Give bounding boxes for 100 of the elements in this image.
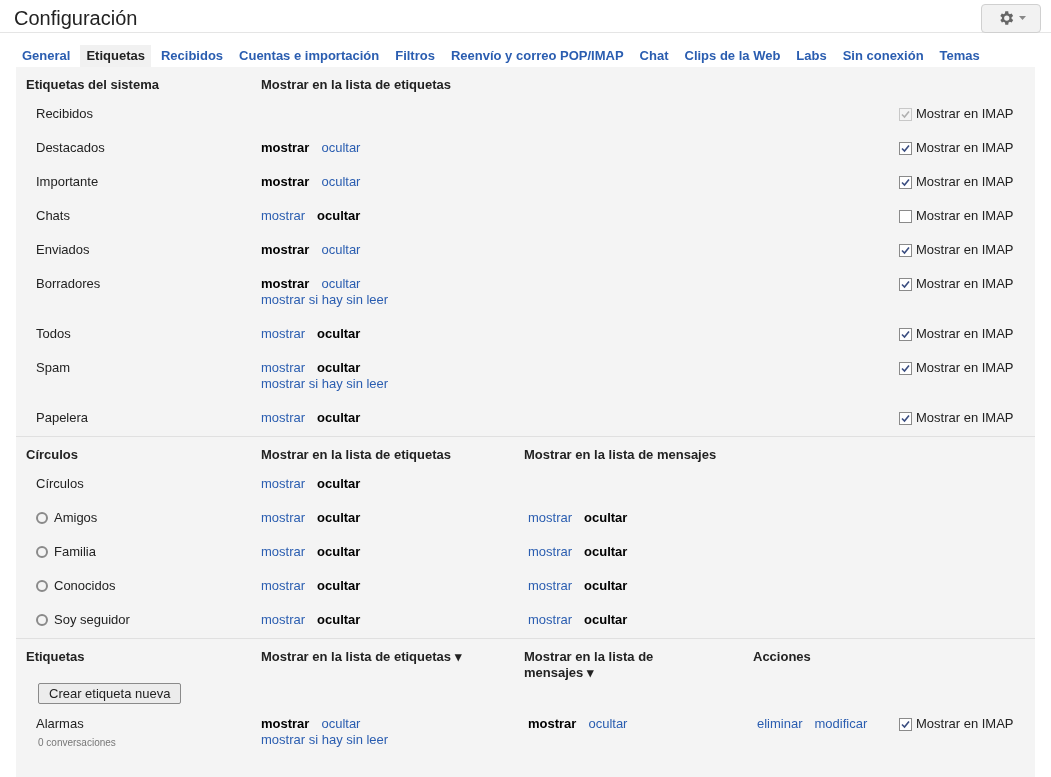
label-name: Recibidos: [35, 106, 95, 122]
checkmark-icon: [901, 279, 910, 289]
show-link[interactable]: mostrar: [261, 510, 306, 526]
hide-link[interactable]: ocultar: [317, 208, 361, 224]
settings-tab[interactable]: Reenvío y correo POP/IMAP: [444, 45, 630, 67]
imap-label: Mostrar en IMAP: [916, 360, 1014, 376]
show-link[interactable]: mostrar: [261, 208, 306, 224]
imap-label: Mostrar en IMAP: [916, 716, 1014, 732]
hide-link[interactable]: ocultar: [317, 510, 361, 526]
imap-label: Mostrar en IMAP: [916, 242, 1014, 258]
hide-link[interactable]: ocultar: [321, 174, 361, 190]
imap-label: Mostrar en IMAP: [916, 410, 1014, 426]
hide-link[interactable]: ocultar: [317, 326, 361, 342]
settings-tab[interactable]: Cuentas e importación: [233, 45, 386, 67]
checkbox[interactable]: [899, 361, 912, 375]
settings-tab[interactable]: Sin conexión: [836, 45, 930, 67]
checkbox[interactable]: [899, 277, 912, 291]
show-link[interactable]: mostrar: [261, 544, 306, 560]
settings-tab[interactable]: Recibidos: [154, 45, 230, 67]
show-link[interactable]: mostrar: [261, 410, 306, 426]
section-heading: Etiquetas del sistema: [26, 77, 160, 93]
hide-link[interactable]: ocultar: [584, 544, 628, 560]
show-link[interactable]: mostrar: [528, 612, 573, 628]
column-heading: Mostrar en la lista de etiquetas: [261, 447, 452, 463]
show-link[interactable]: mostrar: [528, 510, 573, 526]
hide-link[interactable]: ocultar: [321, 242, 361, 258]
section-heading: Etiquetas: [26, 649, 86, 665]
circle-name: Conocidos: [54, 578, 116, 594]
action-link[interactable]: modificar: [814, 716, 868, 732]
hide-link[interactable]: ocultar: [317, 544, 361, 560]
column-heading: Mostrar en la lista de etiquetas: [261, 77, 452, 93]
hide-link[interactable]: ocultar: [317, 476, 361, 492]
hide-link[interactable]: ocultar: [321, 716, 361, 732]
settings-tab[interactable]: Filtros: [389, 45, 441, 67]
checkmark-icon: [901, 177, 910, 187]
hide-link[interactable]: ocultar: [584, 510, 628, 526]
conversation-count: 0 conversaciones: [37, 736, 117, 750]
create-label-button[interactable]: Crear etiqueta nueva: [38, 683, 182, 704]
hide-link[interactable]: ocultar: [584, 578, 628, 594]
show-link[interactable]: mostrar: [261, 326, 306, 342]
label-name: Importante: [35, 174, 100, 190]
checkbox[interactable]: [899, 243, 912, 257]
label-name: Chats: [35, 208, 71, 224]
circle-name: Soy seguidor: [54, 612, 130, 628]
column-heading: Mostrar en la lista de mensajes ▾: [524, 649, 655, 681]
show-link[interactable]: mostrar: [261, 578, 306, 594]
show-link[interactable]: mostrar: [528, 578, 573, 594]
show-if-unread-link[interactable]: mostrar si hay sin leer: [261, 292, 524, 308]
column-heading: Mostrar en la lista de etiquetas ▾: [261, 649, 463, 665]
hide-link[interactable]: ocultar: [317, 578, 361, 594]
settings-tab[interactable]: Clips de la Web: [678, 45, 787, 67]
settings-tab[interactable]: Etiquetas: [80, 45, 151, 67]
checkbox[interactable]: [899, 141, 912, 155]
checkbox[interactable]: [899, 175, 912, 189]
hide-link[interactable]: ocultar: [317, 612, 361, 628]
imap-label: Mostrar en IMAP: [916, 208, 1014, 224]
caret-icon: [1018, 16, 1026, 20]
hide-link[interactable]: ocultar: [584, 612, 628, 628]
show-link[interactable]: mostrar: [261, 140, 310, 156]
settings-button[interactable]: [981, 3, 1041, 33]
checkbox[interactable]: [899, 327, 912, 341]
hide-link[interactable]: ocultar: [588, 716, 628, 732]
imap-label: Mostrar en IMAP: [916, 174, 1014, 190]
show-if-unread-link[interactable]: mostrar si hay sin leer: [261, 732, 524, 748]
show-link[interactable]: mostrar: [528, 716, 577, 732]
show-link[interactable]: mostrar: [261, 476, 306, 492]
label-name: Todos: [35, 326, 72, 342]
column-heading: Acciones: [753, 649, 812, 665]
settings-tab[interactable]: General: [16, 45, 77, 67]
label-name: Enviados: [35, 242, 91, 258]
settings-tab[interactable]: Temas: [933, 45, 986, 67]
show-link[interactable]: mostrar: [261, 174, 310, 190]
settings-tab[interactable]: Chat: [633, 45, 675, 67]
label-name: Spam: [35, 360, 71, 376]
show-link[interactable]: mostrar: [261, 276, 310, 292]
action-link[interactable]: eliminar: [757, 716, 803, 732]
hide-link[interactable]: ocultar: [321, 140, 361, 156]
circle-name: Amigos: [54, 510, 98, 526]
show-link[interactable]: mostrar: [261, 716, 310, 732]
column-heading: Mostrar en la lista de mensajes: [524, 447, 718, 463]
show-link[interactable]: mostrar: [528, 544, 573, 560]
hide-link[interactable]: ocultar: [321, 276, 361, 292]
label-name: Alarmas: [36, 716, 85, 732]
checkmark-icon: [901, 109, 910, 119]
checkmark-icon: [901, 245, 910, 255]
show-link[interactable]: mostrar: [261, 612, 306, 628]
checkbox[interactable]: [899, 717, 912, 731]
hide-link[interactable]: ocultar: [317, 360, 361, 376]
settings-tab[interactable]: Labs: [790, 45, 833, 67]
hide-link[interactable]: ocultar: [317, 410, 361, 426]
checkmark-icon: [901, 363, 910, 373]
show-link[interactable]: mostrar: [261, 242, 310, 258]
checkbox[interactable]: [899, 209, 912, 223]
circle-name: Círculos: [36, 476, 84, 492]
imap-label: Mostrar en IMAP: [916, 326, 1014, 342]
checkmark-icon: [901, 329, 910, 339]
checkbox[interactable]: [899, 411, 912, 425]
show-link[interactable]: mostrar: [261, 360, 306, 376]
show-if-unread-link[interactable]: mostrar si hay sin leer: [261, 376, 524, 392]
checkmark-icon: [901, 413, 910, 423]
